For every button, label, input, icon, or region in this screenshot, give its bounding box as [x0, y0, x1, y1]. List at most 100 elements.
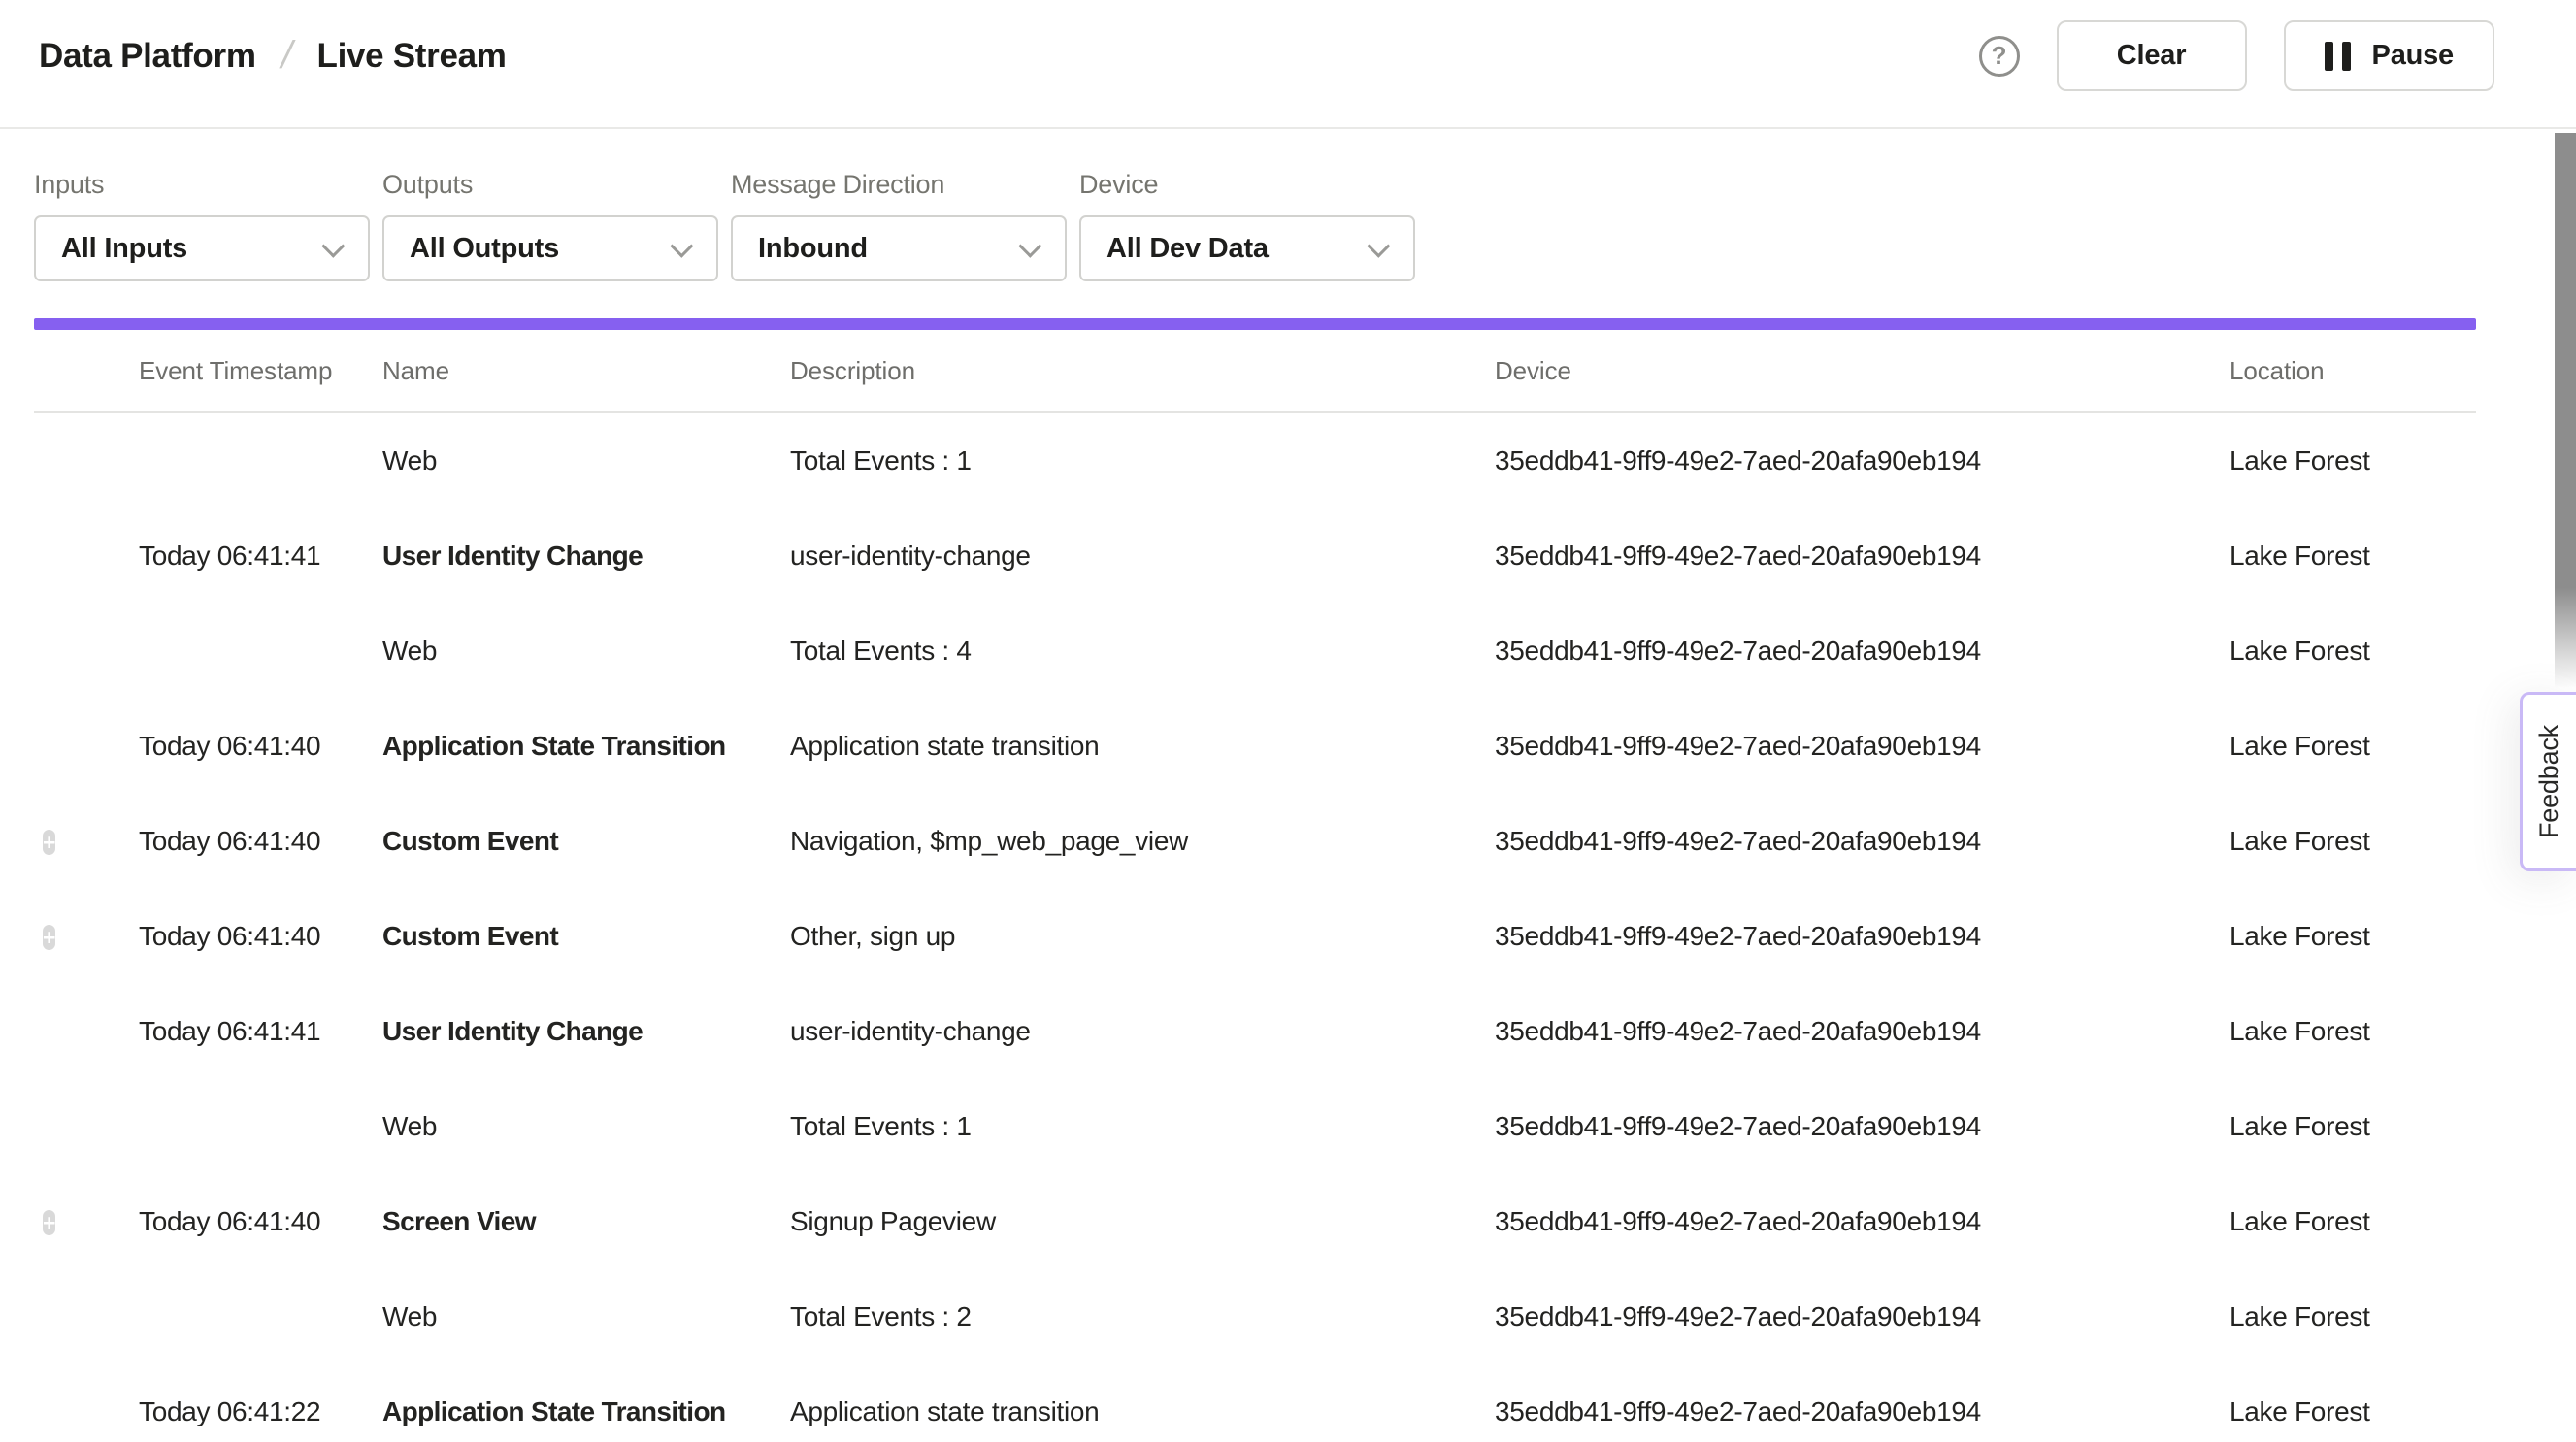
filter-select[interactable]: All Inputs — [34, 215, 370, 281]
filter-selected-value: Inbound — [758, 233, 868, 265]
filter-group-message-direction: Message Direction Inbound — [731, 129, 1067, 281]
row-expand-cell: + — [34, 1206, 139, 1237]
column-header-name: Name — [382, 356, 790, 386]
table-body: Web Total Events : 1 35eddb41-9ff9-49e2-… — [34, 413, 2476, 1442]
filter-group-inputs: Inputs All Inputs — [34, 129, 370, 281]
filter-select[interactable]: Inbound — [731, 215, 1067, 281]
row-device: 35eddb41-9ff9-49e2-7aed-20afa90eb194 — [1495, 541, 2229, 572]
filter-bar: Inputs All Inputs Outputs All Outputs Me… — [34, 129, 1415, 281]
expand-row-button[interactable]: + — [43, 830, 55, 855]
row-description: Other, sign up — [790, 921, 1495, 952]
row-name: Web — [382, 1111, 790, 1142]
filter-selected-value: All Inputs — [61, 233, 187, 265]
page-header: Data Platform / Live Stream ? Clear Paus… — [0, 0, 2576, 129]
chevron-down-icon — [1018, 234, 1041, 257]
row-location: Lake Forest — [2229, 731, 2476, 762]
table-row[interactable]: + Today 06:41:40 Custom Event Navigation… — [34, 794, 2476, 889]
row-name: Web — [382, 636, 790, 667]
table-header-row: Event Timestamp Name Description Device … — [34, 330, 2476, 413]
table-row[interactable]: Today 06:41:40 Application State Transit… — [34, 699, 2476, 794]
row-event-timestamp: Today 06:41:40 — [139, 826, 382, 857]
row-device: 35eddb41-9ff9-49e2-7aed-20afa90eb194 — [1495, 1016, 2229, 1047]
row-location: Lake Forest — [2229, 445, 2476, 476]
row-name: User Identity Change — [382, 541, 790, 572]
table-row[interactable]: Web Total Events : 2 35eddb41-9ff9-49e2-… — [34, 1269, 2476, 1364]
pause-button[interactable]: Pause — [2284, 20, 2494, 91]
row-description: Total Events : 1 — [790, 445, 1495, 476]
column-header-event-timestamp: Event Timestamp — [139, 356, 382, 386]
row-name: Screen View — [382, 1206, 790, 1237]
row-event-timestamp: Today 06:41:40 — [139, 1206, 382, 1237]
filter-select[interactable]: All Dev Data — [1079, 215, 1415, 281]
filter-label: Inputs — [34, 170, 370, 200]
chevron-down-icon — [670, 234, 693, 257]
row-location: Lake Forest — [2229, 1111, 2476, 1142]
row-event-timestamp: Today 06:41:40 — [139, 921, 382, 952]
table-row[interactable]: + Today 06:41:40 Custom Event Other, sig… — [34, 889, 2476, 984]
filter-label: Outputs — [382, 170, 718, 200]
clear-button[interactable]: Clear — [2057, 20, 2247, 91]
table-row[interactable]: Web Total Events : 4 35eddb41-9ff9-49e2-… — [34, 604, 2476, 699]
row-name: Web — [382, 1301, 790, 1332]
row-name: Application State Transition — [382, 731, 790, 762]
column-header-location: Location — [2229, 356, 2476, 386]
row-device: 35eddb41-9ff9-49e2-7aed-20afa90eb194 — [1495, 445, 2229, 476]
filter-selected-value: All Outputs — [410, 233, 559, 265]
table-row[interactable]: Today 06:41:22 Application State Transit… — [34, 1364, 2476, 1442]
row-device: 35eddb41-9ff9-49e2-7aed-20afa90eb194 — [1495, 1111, 2229, 1142]
row-location: Lake Forest — [2229, 1301, 2476, 1332]
row-expand-cell: + — [34, 826, 139, 857]
chevron-down-icon — [321, 234, 345, 257]
row-description: Total Events : 4 — [790, 636, 1495, 667]
row-location: Lake Forest — [2229, 1016, 2476, 1047]
row-event-timestamp: Today 06:41:22 — [139, 1396, 382, 1427]
feedback-tab[interactable]: Feedback — [2520, 692, 2576, 871]
row-description: Application state transition — [790, 1396, 1495, 1427]
row-description: Navigation, $mp_web_page_view — [790, 826, 1495, 857]
event-stream-table: Event Timestamp Name Description Device … — [34, 330, 2476, 1442]
expand-row-button[interactable]: + — [43, 925, 55, 950]
table-row[interactable]: + Today 06:41:40 Screen View Signup Page… — [34, 1174, 2476, 1269]
row-location: Lake Forest — [2229, 1396, 2476, 1427]
row-name: Custom Event — [382, 921, 790, 952]
row-device: 35eddb41-9ff9-49e2-7aed-20afa90eb194 — [1495, 636, 2229, 667]
row-description: user-identity-change — [790, 541, 1495, 572]
breadcrumb: Data Platform / Live Stream — [39, 34, 507, 78]
table-row[interactable]: Today 06:41:41 User Identity Change user… — [34, 508, 2476, 604]
row-description: Total Events : 2 — [790, 1301, 1495, 1332]
row-location: Lake Forest — [2229, 636, 2476, 667]
row-description: Signup Pageview — [790, 1206, 1495, 1237]
row-location: Lake Forest — [2229, 826, 2476, 857]
breadcrumb-live-stream: Live Stream — [316, 37, 506, 76]
table-row[interactable]: Web Total Events : 1 35eddb41-9ff9-49e2-… — [34, 413, 2476, 508]
filter-selected-value: All Dev Data — [1106, 233, 1269, 265]
pause-button-label: Pause — [2372, 40, 2454, 72]
pause-icon — [2325, 42, 2351, 71]
column-header-description: Description — [790, 356, 1495, 386]
row-event-timestamp: Today 06:41:40 — [139, 731, 382, 762]
vertical-scrollbar[interactable] — [2555, 133, 2576, 688]
row-expand-cell: + — [34, 921, 139, 952]
help-icon[interactable]: ? — [1979, 36, 2020, 77]
row-description: Total Events : 1 — [790, 1111, 1495, 1142]
row-device: 35eddb41-9ff9-49e2-7aed-20afa90eb194 — [1495, 731, 2229, 762]
column-header-device: Device — [1495, 356, 2229, 386]
filter-label: Device — [1079, 170, 1415, 200]
row-name: Web — [382, 445, 790, 476]
filter-group-device: Device All Dev Data — [1079, 129, 1415, 281]
row-name: User Identity Change — [382, 1016, 790, 1047]
clear-button-label: Clear — [2117, 40, 2187, 72]
filter-select[interactable]: All Outputs — [382, 215, 718, 281]
table-row[interactable]: Web Total Events : 1 35eddb41-9ff9-49e2-… — [34, 1079, 2476, 1174]
table-row[interactable]: Today 06:41:41 User Identity Change user… — [34, 984, 2476, 1079]
breadcrumb-data-platform[interactable]: Data Platform — [39, 37, 256, 76]
breadcrumb-separator: / — [277, 34, 296, 78]
row-location: Lake Forest — [2229, 541, 2476, 572]
row-event-timestamp: Today 06:41:41 — [139, 1016, 382, 1047]
chevron-down-icon — [1367, 234, 1390, 257]
row-location: Lake Forest — [2229, 921, 2476, 952]
row-description: user-identity-change — [790, 1016, 1495, 1047]
expand-row-button[interactable]: + — [43, 1210, 55, 1235]
row-device: 35eddb41-9ff9-49e2-7aed-20afa90eb194 — [1495, 826, 2229, 857]
filter-group-outputs: Outputs All Outputs — [382, 129, 718, 281]
